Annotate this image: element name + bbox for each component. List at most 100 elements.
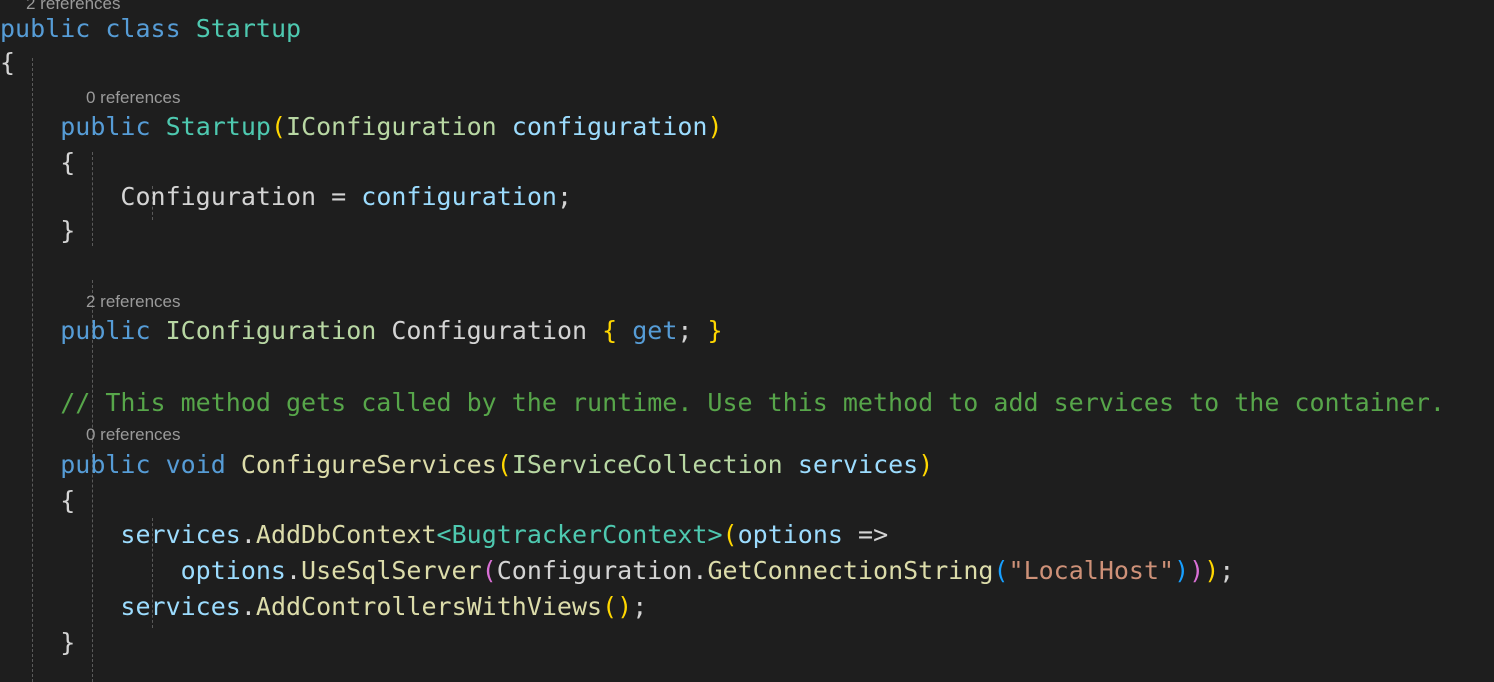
token-br1: ) (617, 592, 633, 621)
code-line[interactable] (0, 348, 1494, 382)
token-punct (843, 520, 858, 549)
token-punct: ; (556, 182, 573, 211)
token-param: configuration (361, 182, 557, 211)
token-angle: < (436, 520, 452, 549)
code-line[interactable]: { (0, 146, 1494, 180)
token-type: Startup (195, 14, 302, 43)
token-punct (692, 316, 707, 345)
token-type: BugtrackerContext (451, 520, 708, 549)
token-punct (783, 450, 798, 479)
token-prop: Configuration (120, 182, 317, 211)
token-punct (346, 182, 361, 211)
token-br2: ( (481, 556, 497, 585)
token-kw: public (0, 14, 91, 43)
token-kw: public (60, 112, 151, 141)
token-punct: . (240, 520, 256, 549)
token-prop: Configuration (391, 316, 588, 345)
token-br1: ) (918, 450, 934, 479)
token-br1: } (707, 316, 723, 345)
token-brace: } (60, 628, 76, 657)
token-punct (497, 112, 512, 141)
token-punct (226, 450, 241, 479)
token-punct: . (692, 556, 708, 585)
token-param: options (737, 520, 843, 549)
token-param: configuration (511, 112, 708, 141)
token-punct: . (240, 592, 256, 621)
code-line[interactable]: } (0, 626, 1494, 660)
token-punct (587, 316, 602, 345)
token-type: Startup (165, 112, 271, 141)
codelens-cl-method-configservices[interactable]: 0 references (86, 425, 181, 445)
token-kw: void (165, 450, 226, 479)
token-punct (376, 316, 391, 345)
code-line[interactable]: public class Startup (0, 12, 1494, 46)
token-punct (617, 316, 632, 345)
token-param: services (120, 592, 241, 621)
token-br2: ) (1189, 556, 1205, 585)
token-kw: public (60, 450, 151, 479)
token-pad (0, 388, 60, 417)
token-method: AddDbContext (255, 520, 437, 549)
token-punct: ; (677, 316, 693, 345)
token-pad (0, 316, 60, 345)
token-pad (0, 148, 60, 177)
codelens-cl-ctor-startup[interactable]: 0 references (86, 88, 181, 108)
token-punct: . (285, 556, 302, 585)
code-editor-viewport[interactable]: 2 references 0 references 2 references 0 re… (0, 0, 1494, 682)
token-br1: ( (722, 520, 738, 549)
code-line[interactable]: // This method gets called by the runtim… (0, 386, 1494, 420)
code-line[interactable]: public IConfiguration Configuration { ge… (0, 314, 1494, 348)
token-op: = (331, 182, 347, 211)
token-punct (181, 14, 196, 43)
token-punct (316, 182, 331, 211)
token-angle: > (707, 520, 723, 549)
token-br3: ) (1174, 556, 1190, 585)
token-punct (151, 112, 166, 141)
code-line[interactable]: services.AddDbContext<BugtrackerContext>… (0, 518, 1494, 552)
token-kw: class (105, 14, 181, 43)
token-punct: ; (632, 592, 648, 621)
token-punct (151, 316, 166, 345)
token-br1: ) (707, 112, 723, 141)
code-line[interactable]: public Startup(IConfiguration configurat… (0, 110, 1494, 144)
token-br1: { (602, 316, 618, 345)
token-str: "LocalHost" (1008, 556, 1175, 585)
token-brace: { (60, 148, 76, 177)
token-method: ConfigureServices (240, 450, 497, 479)
code-line[interactable]: { (0, 484, 1494, 518)
token-pad (0, 182, 120, 211)
codelens-cl-prop-configuration[interactable]: 2 references (86, 292, 181, 312)
token-kw: get (632, 316, 678, 345)
code-line[interactable]: } (0, 214, 1494, 248)
token-kw: public (60, 316, 151, 345)
token-param: services (797, 450, 919, 479)
token-pad (0, 112, 60, 141)
token-br1: ( (602, 592, 618, 621)
token-brace: { (0, 48, 16, 77)
code-line[interactable] (0, 248, 1494, 282)
token-pad (0, 216, 60, 245)
token-br1: ( (496, 450, 512, 479)
token-pad (0, 520, 120, 549)
token-op: => (858, 520, 889, 549)
code-line[interactable]: services.AddControllersWithViews(); (0, 590, 1494, 624)
token-param: options (180, 556, 286, 585)
token-punct (151, 450, 166, 479)
token-method: UseSqlServer (301, 556, 482, 585)
code-line[interactable]: public void ConfigureServices(IServiceCo… (0, 448, 1494, 482)
code-line[interactable]: Configuration = configuration; (0, 180, 1494, 214)
token-br1: ( (270, 112, 287, 141)
token-brace: { (60, 486, 76, 515)
token-method: AddControllersWithViews (255, 592, 603, 621)
token-pad (0, 556, 181, 585)
token-punct: ; (1219, 556, 1235, 585)
token-param: services (120, 520, 241, 549)
token-br3: ( (993, 556, 1009, 585)
token-pad (0, 628, 60, 657)
token-prop: Configuration (496, 556, 693, 585)
token-iface: IServiceCollection (511, 450, 783, 479)
token-iface: IConfiguration (165, 316, 377, 345)
code-line[interactable]: options.UseSqlServer(Configuration.GetCo… (0, 554, 1494, 588)
token-brace: } (60, 216, 76, 245)
code-line[interactable]: { (0, 46, 1494, 80)
